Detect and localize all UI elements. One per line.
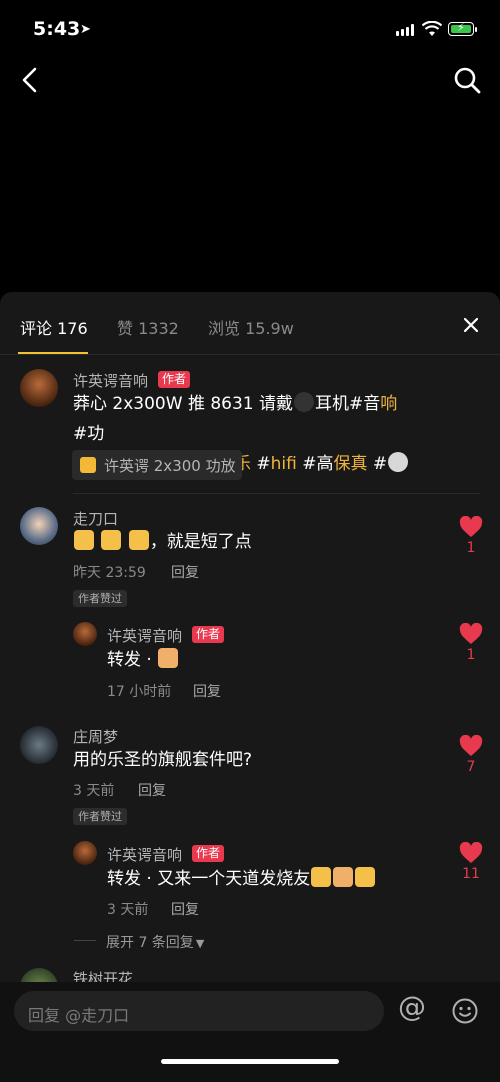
shopping-cart-icon [80, 457, 96, 473]
comment-text: 转发 · [107, 645, 179, 675]
comment-sheet: 评论 176 赞 1332 浏览 15.9w 许英谔音响 作者 莽心 2x300… [0, 292, 500, 1082]
comment-text: ，就是短了点 [73, 527, 252, 557]
thumbs-up-icon [355, 867, 376, 887]
like-count: 7 [466, 759, 476, 775]
comment-text-segment: 莽心 2x300W 推 8631 请戴 [73, 394, 294, 414]
comment-text: 用的乐圣的旗舰套件吧? [73, 750, 253, 770]
expand-replies-button[interactable]: 展开 7 条回复 ▼ [106, 932, 204, 952]
tab-comments[interactable]: 评论 176 [20, 315, 88, 339]
search-icon[interactable] [453, 66, 481, 94]
reply-text: 转发 · 又来一个天道发烧友 [107, 869, 311, 889]
comment-time: 3 天前 [73, 783, 115, 799]
location-arrow-icon: ➤ [80, 22, 91, 37]
reply-button[interactable]: 回复 [138, 780, 166, 800]
status-time: 5:43 [33, 18, 81, 40]
comment-text-suffix: ，就是短了点 [149, 532, 252, 552]
author-badge: 作者 [158, 371, 191, 388]
like-heart-icon[interactable] [459, 516, 483, 538]
author-badge: 作者 [192, 626, 225, 643]
comment-author[interactable]: 走刀口 [73, 508, 118, 529]
comment-author[interactable]: 许英谔音响 [107, 625, 182, 646]
comment-input-placeholder: 回复 @走刀口 [28, 1006, 130, 1025]
hashtag-highlight: 保真 [333, 454, 368, 474]
hashtag-highlight: 响 [380, 394, 398, 414]
comment-time: 昨天 23:59 [73, 565, 146, 581]
expand-replies-label: 展开 7 条回复 [106, 935, 194, 951]
comment-time: 3 天前 [107, 902, 149, 918]
comment-input[interactable]: 回复 @走刀口 [14, 991, 384, 1031]
tabs-divider [0, 354, 500, 355]
comment-author[interactable]: 许英谔音响 [107, 844, 182, 865]
comment-text-segment: # [367, 454, 388, 474]
comment-text-segment: # [250, 454, 271, 474]
like-count: 11 [462, 866, 480, 882]
product-card[interactable]: 许英谔 2x300 功放 [72, 450, 242, 480]
reply-button[interactable]: 回复 [171, 899, 199, 919]
battery-tip [475, 27, 477, 32]
expand-line [74, 940, 96, 941]
like-count: 1 [466, 540, 476, 556]
avatar[interactable] [20, 369, 58, 407]
tab-views[interactable]: 浏览 15.9w [208, 315, 294, 339]
home-indicator [161, 1059, 339, 1064]
thumbs-up-icon [74, 530, 94, 550]
comment-time: 17 小时前 [107, 684, 172, 700]
author-liked-badge: 作者赞过 [73, 808, 127, 825]
comment-text-segment: #功 [73, 424, 105, 444]
praying-hands-icon [158, 648, 179, 668]
back-arrow-icon[interactable] [18, 66, 42, 94]
reply-button[interactable]: 回复 [193, 681, 221, 701]
comment-text-segment: #高 [296, 454, 334, 474]
caret-down-icon: ▼ [195, 937, 205, 950]
author-badge: 作者 [192, 845, 225, 862]
comment-text: 转发 · 又来一个天道发烧友 [107, 864, 376, 894]
cellular-signal-icon [396, 24, 414, 36]
music-note-icon [388, 452, 409, 472]
tab-bar: 评论 176 赞 1332 浏览 15.9w [0, 292, 500, 354]
mention-button[interactable]: @ [398, 990, 426, 1023]
avatar[interactable] [20, 507, 58, 545]
thumbs-up-icon [101, 530, 122, 550]
status-bar: 5:43 ➤ ⚡ [0, 0, 500, 58]
reply-button[interactable]: 回复 [171, 562, 199, 582]
wifi-icon [422, 21, 442, 36]
clapping-hands-icon [333, 867, 354, 887]
battery-icon: ⚡ [448, 21, 474, 36]
hashtag-highlight: hifi [270, 454, 297, 474]
avatar[interactable] [73, 622, 97, 646]
avatar[interactable] [20, 726, 58, 764]
like-heart-icon[interactable] [459, 735, 483, 757]
like-count: 1 [466, 647, 476, 663]
emoji-icon[interactable] [452, 998, 478, 1024]
comment-text-segment: 耳机#音 [315, 394, 381, 414]
like-heart-icon[interactable] [459, 842, 483, 864]
author-liked-badge: 作者赞过 [73, 590, 127, 607]
reply-text: 转发 · [107, 650, 152, 670]
close-icon[interactable] [460, 314, 482, 336]
comment-input-bar: 回复 @走刀口 @ [0, 982, 500, 1082]
comment-author[interactable]: 庄周梦 [73, 726, 118, 747]
comment-text-line: 莽心 2x300W 推 8631 请戴 耳机#音响 #功 [73, 389, 413, 449]
comment-author[interactable]: 许英谔音响 [73, 370, 148, 391]
like-heart-icon[interactable] [459, 623, 483, 645]
thumbs-up-icon [128, 530, 149, 550]
grinning-face-icon [311, 867, 332, 887]
avatar[interactable] [73, 841, 97, 865]
product-label: 许英谔 2x300 功放 [104, 457, 236, 475]
headphones-icon [294, 392, 315, 412]
tab-likes[interactable]: 赞 1332 [117, 315, 179, 339]
divider [73, 493, 480, 494]
